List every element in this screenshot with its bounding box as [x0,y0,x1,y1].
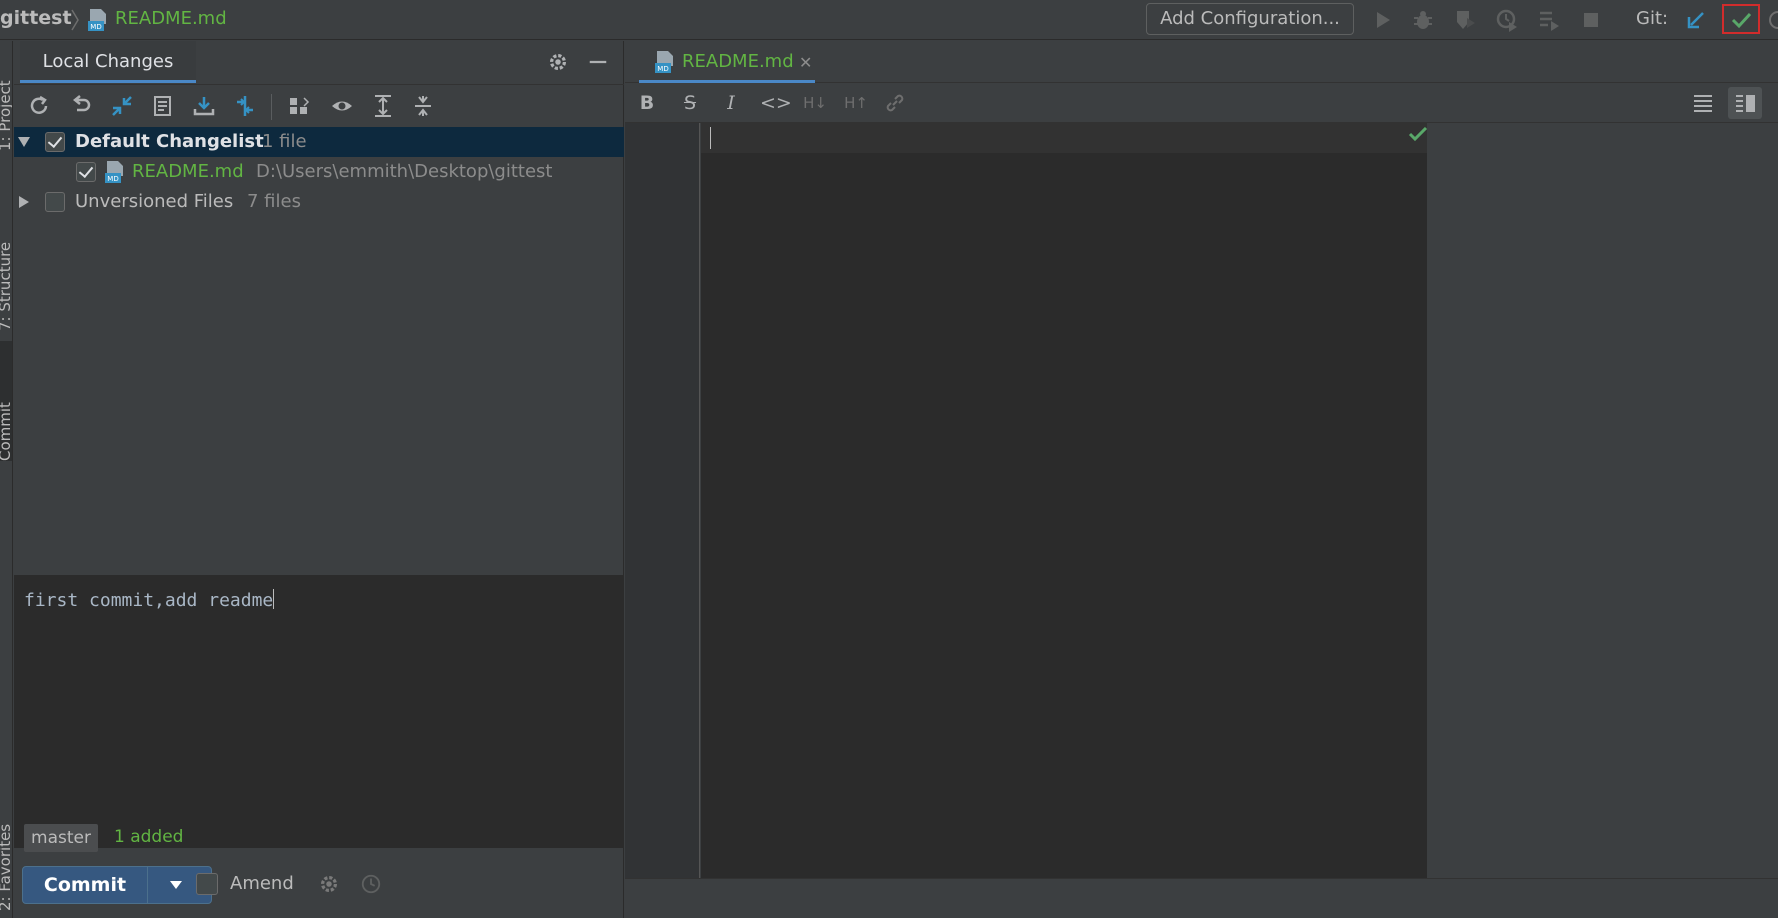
editor-tab-label: README.md [682,51,794,72]
gear-icon[interactable] [547,51,569,73]
local-changes-toolbar [14,84,624,126]
breadcrumb-project[interactable]: gittest [0,7,72,29]
run-icon[interactable] [1371,8,1395,32]
commit-message-text[interactable]: first commit,add readme [24,589,275,611]
breadcrumb-separator-icon [70,8,80,32]
markdown-file-icon: MD [653,50,677,74]
toolbar-separator [271,94,272,120]
svg-text:MD: MD [90,23,101,31]
markdown-file-icon: MD [103,160,127,184]
collapse-all-icon[interactable] [411,94,435,118]
minimize-icon[interactable] [587,51,609,73]
history-icon[interactable] [1766,8,1778,32]
editor-bottom-bar [625,878,1778,918]
favorites-tool-tab[interactable]: 2: Favorites [0,771,12,911]
group-by-icon[interactable] [287,94,311,118]
svg-text:MD: MD [657,65,668,73]
navigation-bar: gittest MD README.md Add Configuration..… [0,0,1778,40]
markdown-preview [1427,123,1778,878]
editor-only-view-button[interactable] [1686,87,1720,119]
svg-text:MD: MD [107,175,118,183]
current-line-highlight [701,123,1427,153]
commit-button[interactable]: Commit [22,866,212,904]
merge-icon[interactable] [233,94,257,118]
changed-file-name: README.md [132,161,244,182]
vcs-label: Git: [1636,8,1669,29]
commit-options-gear-icon[interactable] [318,873,340,895]
line-number-gutter [625,123,700,878]
close-icon[interactable]: ✕ [799,53,812,72]
commit-tool-tab[interactable]: Commit [0,341,12,461]
bold-icon[interactable]: B [635,91,659,115]
structure-tool-tab[interactable]: 7: Structure [0,181,12,331]
project-tool-tab[interactable]: 1: Project [0,41,12,151]
left-tool-strip: 1: Project 7: Structure Commit 2: Favori… [0,41,13,918]
commit-button-divider [147,867,148,903]
expand-arrow-icon[interactable] [17,136,31,148]
tab-local-changes[interactable]: Local Changes [20,41,196,83]
add-configuration-button[interactable]: Add Configuration... [1146,3,1354,35]
inspection-ok-check-icon[interactable] [1408,125,1428,143]
changelist-unversioned-name: Unversioned Files [75,191,234,212]
changelist-unversioned-checkbox[interactable] [45,192,65,212]
amend-label: Amend [230,873,294,894]
chevron-down-icon[interactable] [169,880,183,890]
collapsed-arrow-icon[interactable] [18,195,30,209]
editor-tab-bar: MD README.md ✕ [625,41,1778,83]
markdown-toolbar: B S I <> H↓ H↑ [625,83,1778,123]
update-project-icon[interactable] [1684,8,1708,32]
header-up-icon[interactable]: H↑ [841,91,871,115]
changes-status: 1 added [114,827,184,847]
italic-icon[interactable]: I [719,91,743,115]
run-concurrent-icon[interactable] [1537,8,1561,32]
profile-icon[interactable] [1495,8,1519,32]
markdown-file-icon: MD [86,8,110,32]
changed-file-path: D:\Users\emmith\Desktop\gittest [256,161,553,182]
amend-checkbox[interactable] [196,873,218,895]
eye-icon[interactable] [330,94,354,118]
changelist-default-checkbox[interactable] [45,132,65,152]
rollback-icon[interactable] [69,94,93,118]
changelist-default-count: 1 file [262,131,307,152]
breadcrumb-file[interactable]: README.md [115,8,227,29]
commit-message-input[interactable]: first commit,add readme [14,575,624,848]
clock-icon[interactable] [360,873,382,895]
commit-tool-window: Local Changes Default Changelist 1 file … [14,41,624,918]
markdown-editor[interactable] [701,123,1427,878]
editor-and-preview-view-button[interactable] [1728,87,1762,119]
refresh-icon[interactable] [27,94,51,118]
changelist-unversioned-count: 7 files [247,191,301,212]
commit-check-icon[interactable] [1729,8,1753,32]
commit-button-label[interactable]: Commit [23,867,147,903]
editor-tab-readme[interactable]: MD README.md ✕ [639,41,815,83]
header-down-icon[interactable]: H↓ [800,91,830,115]
run-with-coverage-icon[interactable] [1453,8,1477,32]
code-icon[interactable]: <> [760,91,792,115]
changed-file-checkbox[interactable] [76,162,96,182]
changelist-unversioned[interactable]: Unversioned Files 7 files [14,187,624,217]
editor-caret [710,127,711,149]
changelist-default[interactable]: Default Changelist 1 file [14,127,624,157]
show-diff-icon[interactable] [110,94,134,118]
branch-badge[interactable]: master [24,824,98,852]
debug-icon[interactable] [1411,8,1435,32]
stop-icon[interactable] [1579,8,1603,32]
strikethrough-icon[interactable]: S [678,91,702,115]
commit-panel-header: Local Changes [14,41,624,83]
shelve-icon[interactable] [192,94,216,118]
changes-tree: Default Changelist 1 file MD README.md D… [14,127,624,575]
expand-all-icon[interactable] [371,94,395,118]
editor-area: MD README.md ✕ B S I <> H↓ H↑ [625,41,1778,918]
link-icon[interactable] [883,91,907,115]
changelist-icon[interactable] [151,94,175,118]
changed-file-row[interactable]: MD README.md D:\Users\emmith\Desktop\git… [14,157,624,187]
changelist-default-name: Default Changelist [75,131,264,152]
